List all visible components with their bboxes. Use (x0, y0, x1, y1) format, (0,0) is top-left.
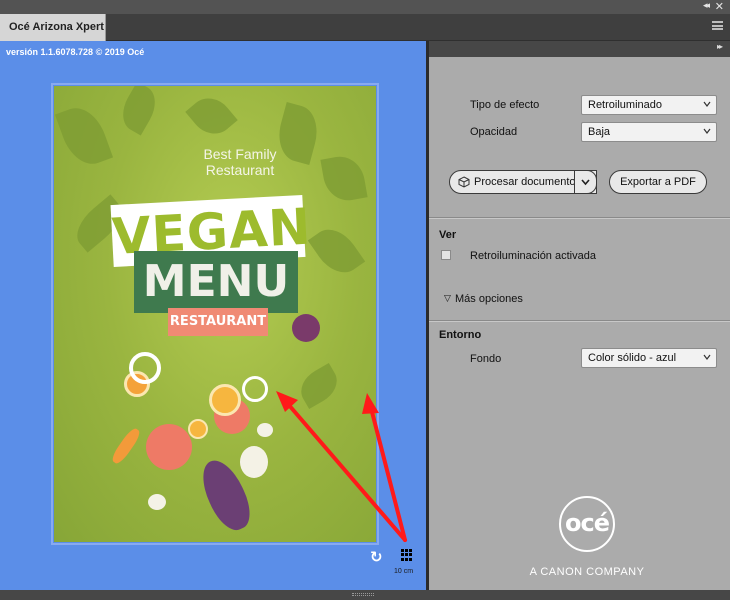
version-label: versión 1.1.6078.728 © 2019 Océ (6, 47, 145, 57)
carrot-image (109, 426, 143, 466)
view-section-title: Ver (439, 229, 457, 241)
canon-company-text: A CANON COMPANY (529, 566, 645, 578)
resize-grip-icon[interactable] (352, 593, 374, 596)
background-label: Fondo (470, 353, 502, 365)
environment-section-title: Entorno (439, 329, 482, 341)
opacity-label: Opacidad (470, 126, 518, 138)
cube-icon (458, 176, 470, 188)
expand-triangle-icon[interactable]: ▽ (444, 294, 451, 304)
backlight-checkbox[interactable] (441, 250, 451, 260)
opacity-value: Baja (588, 126, 611, 138)
opacity-select[interactable]: Baja (581, 122, 717, 142)
orange-slice-image (209, 384, 241, 416)
more-options-link[interactable]: Más opciones (455, 293, 523, 305)
oce-logo: océ (559, 496, 615, 552)
tab-arizona-xpert[interactable]: Océ Arizona Xpert (0, 14, 106, 41)
effect-type-value: Retroiluminado (588, 99, 662, 111)
process-options-dropdown[interactable] (574, 170, 597, 194)
grid-scale-label: 10 cm (394, 568, 414, 575)
effect-type-select[interactable]: Retroiluminado (581, 95, 717, 115)
leaf-decoration (114, 86, 164, 136)
hamburger-menu-icon[interactable] (712, 21, 723, 30)
leaf-decoration (185, 89, 238, 143)
poster-tagline: Best Family Restaurant (203, 146, 277, 178)
section-divider-highlight (429, 321, 730, 322)
garlic-image (240, 446, 268, 478)
export-pdf-button[interactable]: Exportar a PDF (609, 170, 707, 194)
background-value: Color sólido - azul (588, 352, 677, 364)
chevron-down-icon (703, 101, 711, 107)
onion-ring-image (242, 376, 268, 402)
poster-title-menu: MENU (142, 256, 290, 307)
leaf-decoration (320, 152, 368, 205)
preview-panel: versión 1.1.6078.728 © 2019 Océ Best Fam… (0, 41, 426, 590)
chevron-down-icon (581, 179, 590, 186)
leaf-decoration (307, 220, 366, 282)
settings-panel: ▸▸ Tipo de efecto Retroiluminado Opacida… (429, 41, 730, 590)
leaf-decoration (54, 100, 114, 172)
chevron-down-icon (703, 354, 711, 360)
poster-badge-restaurant: RESTAURANT (169, 314, 267, 329)
tomato-image (146, 424, 192, 470)
title-strip: ◂◂ ✕ (0, 0, 730, 14)
backlight-checkbox-label: Retroiluminación activada (470, 250, 596, 262)
expand-panel-icon[interactable]: ▸▸ (717, 42, 723, 51)
bottom-resize-bar (0, 590, 730, 600)
close-icon[interactable]: ✕ (715, 0, 724, 13)
chevron-down-icon (703, 128, 711, 134)
background-select[interactable]: Color sólido - azul (581, 348, 717, 368)
orange-slice-image (188, 419, 208, 439)
grid-toggle-icon[interactable] (401, 549, 413, 561)
mushroom-image (148, 494, 166, 510)
reset-view-icon[interactable]: ↻ (370, 550, 384, 565)
mushroom-image (257, 423, 273, 437)
effect-type-label: Tipo de efecto (470, 99, 540, 111)
beet-image (292, 314, 320, 342)
collapse-panel-icon[interactable]: ◂◂ (703, 1, 710, 11)
onion-ring-image (129, 352, 161, 384)
process-document-label: Procesar documento (474, 176, 576, 188)
section-divider-highlight (429, 218, 730, 219)
poster-preview[interactable]: Best Family Restaurant VEGAN MENU RESTAU… (54, 86, 376, 542)
leaf-decoration (294, 363, 344, 409)
tab-bar: Océ Arizona Xpert (0, 14, 730, 41)
settings-panel-header: ▸▸ (429, 41, 730, 57)
